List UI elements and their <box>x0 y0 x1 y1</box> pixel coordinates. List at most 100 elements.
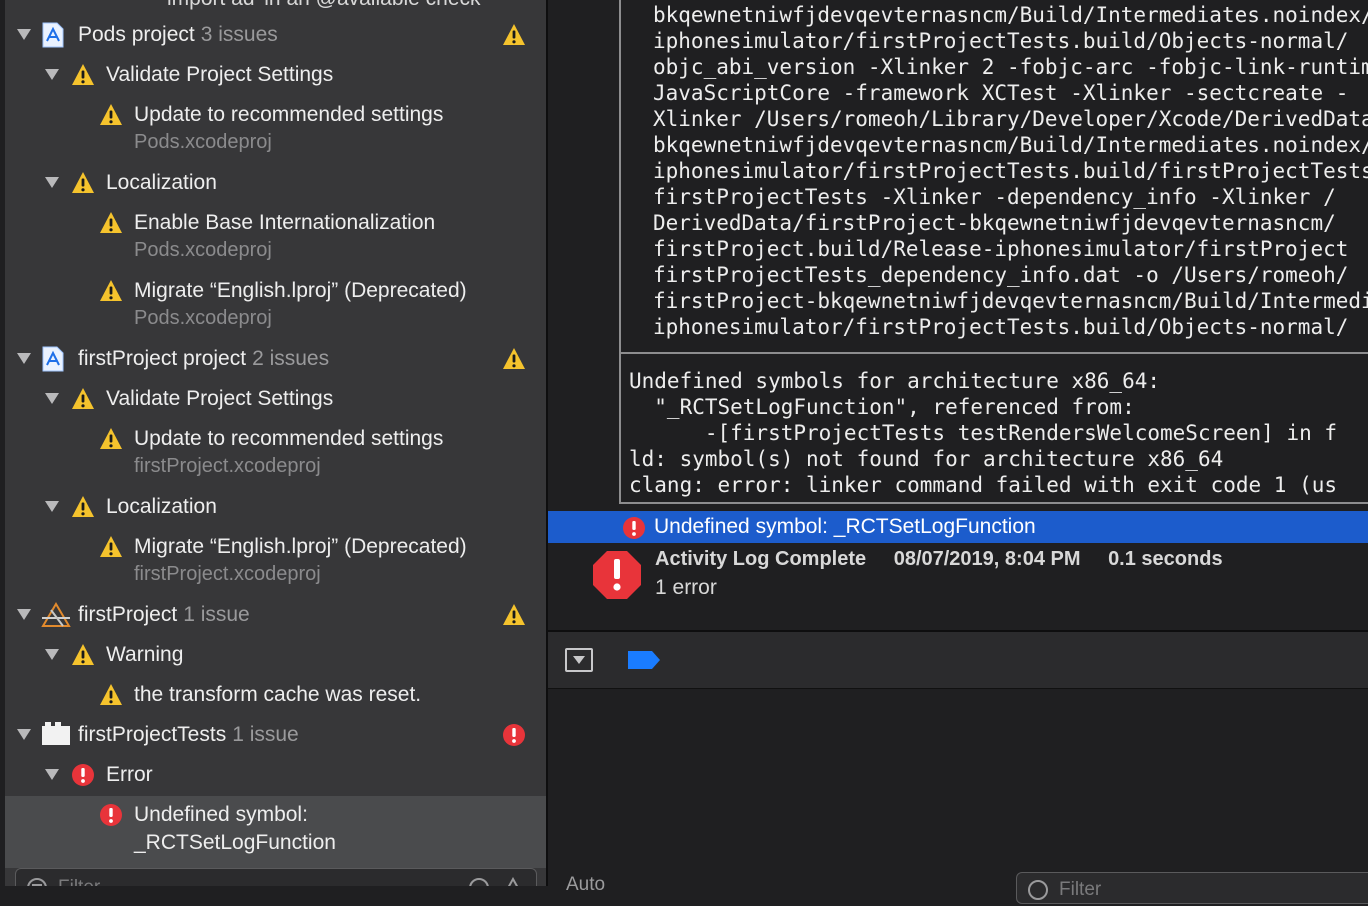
warning-icon <box>71 63 95 87</box>
error-icon <box>99 803 123 827</box>
issue-section-row[interactable]: Error <box>5 760 546 792</box>
debug-filter-field[interactable]: Filter <box>1016 872 1368 904</box>
summary-duration: 0.1 seconds <box>1108 548 1223 570</box>
issue-count: 1 issue <box>232 723 299 746</box>
disclosure-triangle-icon[interactable] <box>45 69 59 80</box>
selected-issue-row[interactable]: Undefined symbol: _RCTSetLogFunction <box>548 511 1368 543</box>
disclosure-triangle-icon[interactable] <box>45 501 59 512</box>
disclosure-triangle-icon[interactable] <box>45 769 59 780</box>
issue-item-subtitle: Pods.xcodeproj <box>134 239 272 261</box>
command-line: objc_abi_version -Xlinker 2 -fobjc-arc -… <box>653 55 1368 79</box>
issue-item-subtitle: _RCTSetLogFunction <box>134 831 336 854</box>
issue-group-label: firstProject 1 issue <box>78 602 250 628</box>
issue-item-subtitle: Pods.xcodeproj <box>134 131 272 153</box>
issue-item-row[interactable]: Update to recommended settings firstProje… <box>5 424 546 492</box>
issue-item-row[interactable]: Undefined symbol: _RCTSetLogFunction <box>5 796 546 868</box>
issue-section-title: Error <box>106 763 153 786</box>
disclosure-triangle-icon[interactable] <box>17 29 31 40</box>
issue-item-row[interactable]: Migrate “English.lproj” (Deprecated) firs… <box>5 532 546 600</box>
issue-group-title: firstProject <box>78 603 178 626</box>
issue-item-row[interactable]: the transform cache was reset. <box>5 680 546 720</box>
issue-count: 3 issues <box>200 23 278 46</box>
issue-group-row[interactable]: Pods project 3 issues <box>5 20 546 52</box>
filter-icon <box>26 877 48 886</box>
linker-error-output: Undefined symbols for architecture x86_6… <box>619 354 1368 504</box>
issue-item-subtitle: firstProject.xcodeproj <box>134 455 321 477</box>
selected-issue-text: Undefined symbol: _RCTSetLogFunction <box>654 515 1036 538</box>
command-line: bkqewnetniwfjdevqevternasncm/Build/Inter… <box>653 133 1368 157</box>
disclosure-triangle-icon[interactable] <box>17 729 31 740</box>
command-line: firstProjectTests -Xlinker -dependency_i… <box>653 185 1336 209</box>
issue-group-row[interactable]: firstProjectTests 1 issue <box>5 720 546 752</box>
issue-item-row[interactable]: Enable Base Internationalization Pods.xco… <box>5 208 546 276</box>
error-octagon-icon <box>592 550 642 605</box>
command-line: firstProject-bkqewnetniwfjdevqevternasnc… <box>653 289 1368 313</box>
command-line: JavaScriptCore -framework XCTest -Xlinke… <box>653 81 1349 105</box>
activity-log-summary: Activity Log Complete 08/07/2019, 8:04 P… <box>548 545 1368 625</box>
debug-bottom-bar: Auto Filter <box>548 868 1368 904</box>
command-line: DerivedData/firstProject-bkqewnetniwfjde… <box>653 211 1336 235</box>
issue-section-row[interactable]: Localization <box>5 492 546 524</box>
error-line: clang: error: linker command failed with… <box>629 473 1338 497</box>
issue-group-label: Pods project 3 issues <box>78 22 278 48</box>
issue-item-row[interactable]: Update to recommended settings Pods.xcode… <box>5 100 546 168</box>
issue-group-row[interactable]: firstProject 1 issue <box>5 600 546 632</box>
variables-scope-select[interactable]: Auto <box>566 874 605 896</box>
xcodeproj-icon <box>41 346 71 372</box>
issue-item-title: the transform cache was reset. <box>134 683 422 706</box>
issue-group-row[interactable]: firstProject project 2 issues <box>5 344 546 376</box>
issue-group-title: firstProjectTests <box>78 723 227 746</box>
debug-area: Auto Filter <box>548 632 1368 904</box>
warning-icon <box>99 683 123 707</box>
disclosure-triangle-icon[interactable] <box>45 393 59 404</box>
warning-icon <box>99 427 123 451</box>
warning-icon <box>71 643 95 667</box>
filter-placeholder: Filter <box>1059 879 1102 900</box>
issue-group-title: firstProject project <box>78 347 247 370</box>
chevron-down-icon <box>573 656 585 664</box>
command-line: iphonesimulator/firstProjectTests.build/… <box>653 315 1349 339</box>
linker-command-output: bkqewnetniwfjdevqevternasncm/Build/Inter… <box>619 0 1368 354</box>
issue-item-subtitle: Pods.xcodeproj <box>134 307 272 329</box>
breakpoints-toggle-icon[interactable] <box>628 651 660 674</box>
issue-section-title: Warning <box>106 643 184 666</box>
hide-debug-area-button[interactable] <box>565 648 593 672</box>
issue-count: 1 issue <box>183 603 250 626</box>
test-bundle-icon <box>41 722 71 746</box>
disclosure-triangle-icon[interactable] <box>45 177 59 188</box>
issue-section-title: Localization <box>106 171 217 194</box>
command-lines: bkqewnetniwfjdevqevternasncm/Build/Inter… <box>653 2 1368 340</box>
command-line: iphonesimulator/firstProjectTests.build/… <box>653 29 1349 53</box>
warning-icon <box>99 103 123 127</box>
issue-section-title: Validate Project Settings <box>106 63 334 86</box>
error-line: ld: symbol(s) not found for architecture… <box>629 447 1224 471</box>
warning-icon <box>71 495 95 519</box>
issue-item-row[interactable]: Migrate “English.lproj” (Deprecated) Pods… <box>5 276 546 344</box>
warning-icon <box>502 23 526 47</box>
issue-section-row[interactable]: Validate Project Settings <box>5 384 546 416</box>
issue-section-row[interactable]: Localization <box>5 168 546 200</box>
warning-icon <box>502 603 526 627</box>
warning-filter-icon[interactable] <box>502 876 524 886</box>
warning-icon <box>71 387 95 411</box>
disclosure-triangle-icon[interactable] <box>45 649 59 660</box>
issue-group-label: firstProjectTests 1 issue <box>78 722 299 748</box>
error-line: Undefined symbols for architecture x86_6… <box>629 369 1161 393</box>
warning-icon <box>99 279 123 303</box>
error-icon <box>622 516 646 540</box>
issue-section-row[interactable]: Warning <box>5 640 546 672</box>
issue-group-label: firstProject project 2 issues <box>78 346 329 372</box>
command-line: Xlinker /Users/romeoh/Library/Developer/… <box>653 107 1368 131</box>
clipped-issue-text: import ad’ in an @available check <box>167 0 481 11</box>
warning-icon <box>71 171 95 195</box>
error-lines: Undefined symbols for architecture x86_6… <box>629 368 1337 498</box>
disclosure-triangle-icon[interactable] <box>17 609 31 620</box>
navigator-filter-field[interactable]: Filter <box>15 868 537 886</box>
clock-icon[interactable] <box>468 877 490 886</box>
warning-icon <box>502 347 526 371</box>
xcodeproj-icon <box>41 22 71 48</box>
disclosure-triangle-icon[interactable] <box>17 353 31 364</box>
issue-section-row[interactable]: Validate Project Settings <box>5 60 546 92</box>
error-line: -[firstProjectTests testRendersWelcomeSc… <box>629 421 1338 445</box>
error-icon <box>71 763 95 787</box>
